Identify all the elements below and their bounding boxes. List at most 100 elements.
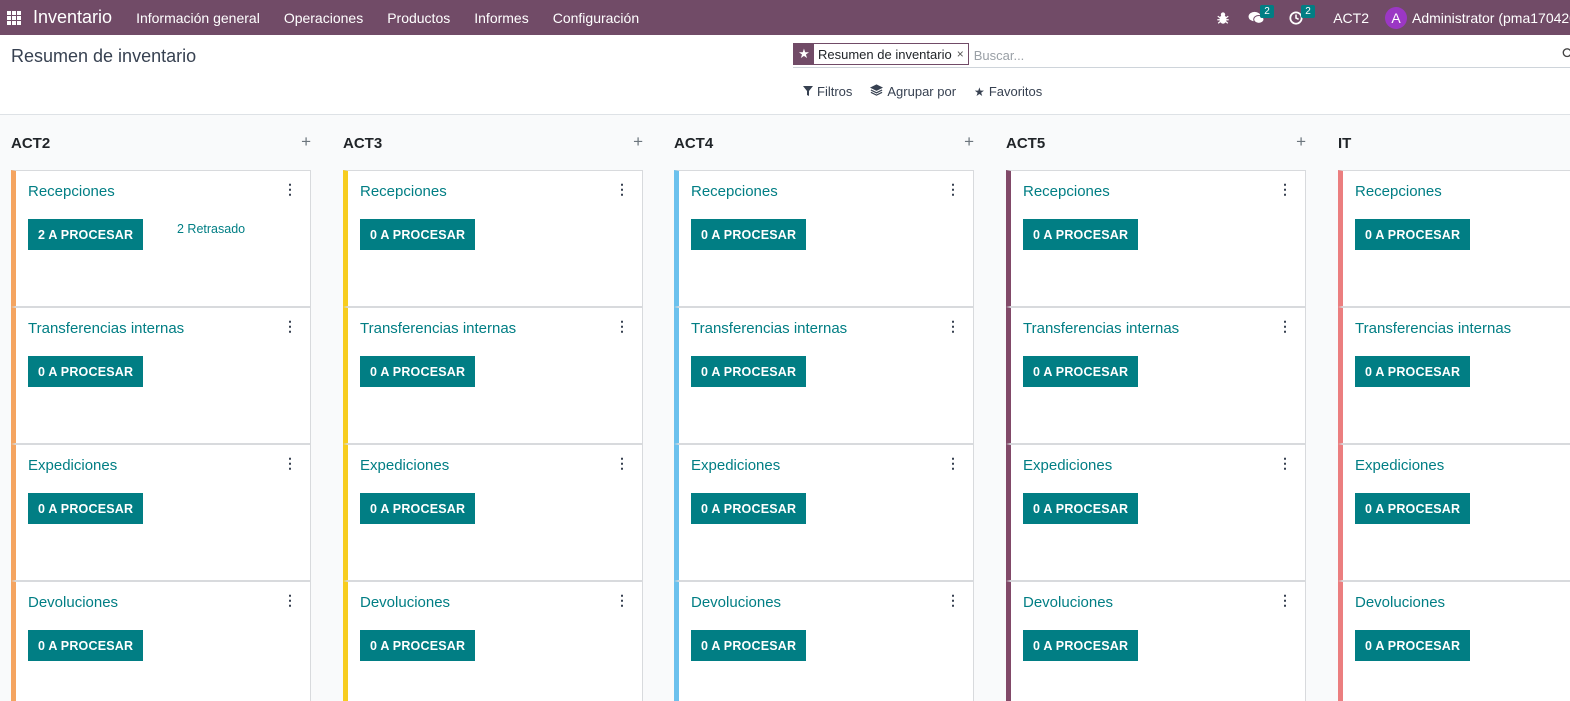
to-process-button[interactable]: 0 A PROCESAR bbox=[360, 219, 476, 250]
operation-card[interactable]: Expediciones ⋮ 0 A PROCESAR bbox=[11, 444, 311, 581]
facet-close-icon[interactable]: × bbox=[957, 47, 968, 61]
card-options-icon[interactable]: ⋮ bbox=[946, 182, 960, 196]
operation-card[interactable]: Devoluciones⋮0 A PROCESAR bbox=[1006, 581, 1306, 701]
to-process-button[interactable]: 0 A PROCESAR bbox=[691, 219, 807, 250]
to-process-button[interactable]: 0 A PROCESAR bbox=[1355, 356, 1471, 387]
menu-item-configuracion[interactable]: Configuración bbox=[541, 10, 651, 26]
card-options-icon[interactable]: ⋮ bbox=[946, 456, 960, 470]
operation-card[interactable]: Devoluciones⋮0 A PROCESAR bbox=[1338, 581, 1570, 701]
operation-title[interactable]: Transferencias internas bbox=[360, 320, 516, 337]
operation-title[interactable]: Expediciones bbox=[28, 457, 117, 474]
apps-grid-icon[interactable] bbox=[7, 10, 21, 25]
app-brand[interactable]: Inventario bbox=[33, 7, 112, 28]
operation-title[interactable]: Devoluciones bbox=[691, 594, 781, 611]
card-options-icon[interactable]: ⋮ bbox=[1278, 319, 1292, 333]
operation-card[interactable]: Devoluciones ⋮ 0 A PROCESAR bbox=[674, 581, 974, 701]
operation-card[interactable]: Recepciones ⋮ 0 A PROCESAR bbox=[674, 170, 974, 307]
column-title[interactable]: ACT3 bbox=[343, 135, 382, 152]
to-process-button[interactable]: 0 A PROCESAR bbox=[28, 630, 144, 661]
to-process-button[interactable]: 0 A PROCESAR bbox=[691, 493, 807, 524]
operation-card[interactable]: Expediciones ⋮ 0 A PROCESAR bbox=[674, 444, 974, 581]
search-icon[interactable] bbox=[1562, 47, 1570, 63]
operation-title[interactable]: Recepciones bbox=[360, 183, 447, 200]
to-process-button[interactable]: 0 A PROCESAR bbox=[1355, 493, 1471, 524]
to-process-button[interactable]: 0 A PROCESAR bbox=[28, 493, 144, 524]
card-options-icon[interactable]: ⋮ bbox=[615, 593, 629, 607]
operation-title[interactable]: Transferencias internas bbox=[691, 320, 847, 337]
operation-card[interactable]: Transferencias internas ⋮ 0 A PROCESAR bbox=[674, 307, 974, 444]
card-options-icon[interactable]: ⋮ bbox=[946, 319, 960, 333]
column-add-icon[interactable]: + bbox=[633, 132, 643, 152]
operation-title[interactable]: Devoluciones bbox=[360, 594, 450, 611]
card-options-icon[interactable]: ⋮ bbox=[283, 593, 297, 607]
operation-card[interactable]: Recepciones⋮0 A PROCESAR bbox=[1338, 170, 1570, 307]
card-options-icon[interactable]: ⋮ bbox=[615, 182, 629, 196]
column-add-icon[interactable]: + bbox=[1296, 132, 1306, 152]
operation-title[interactable]: Expediciones bbox=[691, 457, 780, 474]
favorites-button[interactable]: ★ Favoritos bbox=[974, 84, 1042, 99]
card-options-icon[interactable]: ⋮ bbox=[946, 593, 960, 607]
to-process-button[interactable]: 0 A PROCESAR bbox=[1355, 219, 1471, 250]
groupby-button[interactable]: Agrupar por bbox=[870, 84, 956, 99]
to-process-button[interactable]: 0 A PROCESAR bbox=[1355, 630, 1471, 661]
operation-title[interactable]: Recepciones bbox=[28, 183, 115, 200]
search-input[interactable] bbox=[973, 47, 1554, 63]
column-add-icon[interactable]: + bbox=[964, 132, 974, 152]
operation-title[interactable]: Devoluciones bbox=[1355, 594, 1445, 611]
operation-title[interactable]: Expediciones bbox=[360, 457, 449, 474]
column-title[interactable]: IT bbox=[1338, 135, 1351, 152]
operation-title[interactable]: Transferencias internas bbox=[1023, 320, 1179, 337]
operation-card[interactable]: Recepciones⋮0 A PROCESAR bbox=[1006, 170, 1306, 307]
user-avatar[interactable]: A bbox=[1385, 6, 1407, 29]
card-options-icon[interactable]: ⋮ bbox=[1278, 593, 1292, 607]
to-process-button[interactable]: 0 A PROCESAR bbox=[691, 630, 807, 661]
card-options-icon[interactable]: ⋮ bbox=[1278, 456, 1292, 470]
to-process-button[interactable]: 0 A PROCESAR bbox=[1023, 493, 1139, 524]
to-process-button[interactable]: 0 A PROCESAR bbox=[1023, 356, 1139, 387]
card-options-icon[interactable]: ⋮ bbox=[283, 456, 297, 470]
operation-card[interactable]: Expediciones⋮0 A PROCESAR bbox=[1338, 444, 1570, 581]
card-options-icon[interactable]: ⋮ bbox=[615, 319, 629, 333]
to-process-button[interactable]: 0 A PROCESAR bbox=[360, 356, 476, 387]
operation-title[interactable]: Recepciones bbox=[691, 183, 778, 200]
operation-card[interactable]: Devoluciones ⋮ 0 A PROCESAR bbox=[11, 581, 311, 701]
menu-item-informes[interactable]: Informes bbox=[462, 10, 540, 26]
operation-card[interactable]: Transferencias internas⋮0 A PROCESAR bbox=[1338, 307, 1570, 444]
to-process-button[interactable]: 2 A PROCESAR bbox=[28, 219, 144, 250]
to-process-button[interactable]: 0 A PROCESAR bbox=[360, 630, 476, 661]
operation-card[interactable]: Recepciones ⋮ 2 A PROCESAR 2 Retrasado bbox=[11, 170, 311, 307]
search-facet[interactable]: ★ Resumen de inventario × bbox=[793, 43, 969, 65]
messages-icon[interactable]: 2 bbox=[1248, 4, 1274, 25]
user-menu[interactable]: Administrator (pma1704202 bbox=[1412, 10, 1570, 26]
to-process-button[interactable]: 0 A PROCESAR bbox=[691, 356, 807, 387]
company-switcher[interactable]: ACT2 bbox=[1333, 10, 1369, 26]
card-options-icon[interactable]: ⋮ bbox=[283, 182, 297, 196]
menu-item-informacion-general[interactable]: Información general bbox=[124, 10, 272, 26]
menu-item-productos[interactable]: Productos bbox=[375, 10, 462, 26]
filters-button[interactable]: Filtros bbox=[803, 84, 852, 99]
column-title[interactable]: ACT4 bbox=[674, 135, 713, 152]
operation-card[interactable]: Expediciones⋮0 A PROCESAR bbox=[343, 444, 643, 581]
to-process-button[interactable]: 0 A PROCESAR bbox=[1023, 630, 1139, 661]
operation-card[interactable]: Devoluciones ⋮ 0 A PROCESAR bbox=[343, 581, 643, 701]
operation-title[interactable]: Transferencias internas bbox=[28, 320, 184, 337]
operation-title[interactable]: Recepciones bbox=[1355, 183, 1442, 200]
operation-card[interactable]: Transferencias internas ⋮ 0 A PROCESAR bbox=[1006, 307, 1306, 444]
column-add-icon[interactable]: + bbox=[301, 132, 311, 152]
operation-title[interactable]: Devoluciones bbox=[28, 594, 118, 611]
operation-title[interactable]: Expediciones bbox=[1355, 457, 1444, 474]
activities-clock-icon[interactable]: 2 bbox=[1289, 4, 1315, 25]
to-process-button[interactable]: 0 A PROCESAR bbox=[28, 356, 144, 387]
to-process-button[interactable]: 0 A PROCESAR bbox=[360, 493, 476, 524]
operation-card[interactable]: Transferencias internas ⋮ 0 A PROCESAR bbox=[11, 307, 311, 444]
debug-bug-icon[interactable] bbox=[1216, 11, 1230, 25]
late-link[interactable]: 2 Retrasado bbox=[177, 222, 245, 236]
operation-title[interactable]: Recepciones bbox=[1023, 183, 1110, 200]
card-options-icon[interactable]: ⋮ bbox=[283, 319, 297, 333]
column-title[interactable]: ACT5 bbox=[1006, 135, 1045, 152]
operation-card[interactable]: Expediciones⋮0 A PROCESAR bbox=[1006, 444, 1306, 581]
operation-title[interactable]: Transferencias internas bbox=[1355, 320, 1511, 337]
to-process-button[interactable]: 0 A PROCESAR bbox=[1023, 219, 1139, 250]
menu-item-operaciones[interactable]: Operaciones bbox=[272, 10, 375, 26]
operation-card[interactable]: Recepciones ⋮ 0 A PROCESAR bbox=[343, 170, 643, 307]
